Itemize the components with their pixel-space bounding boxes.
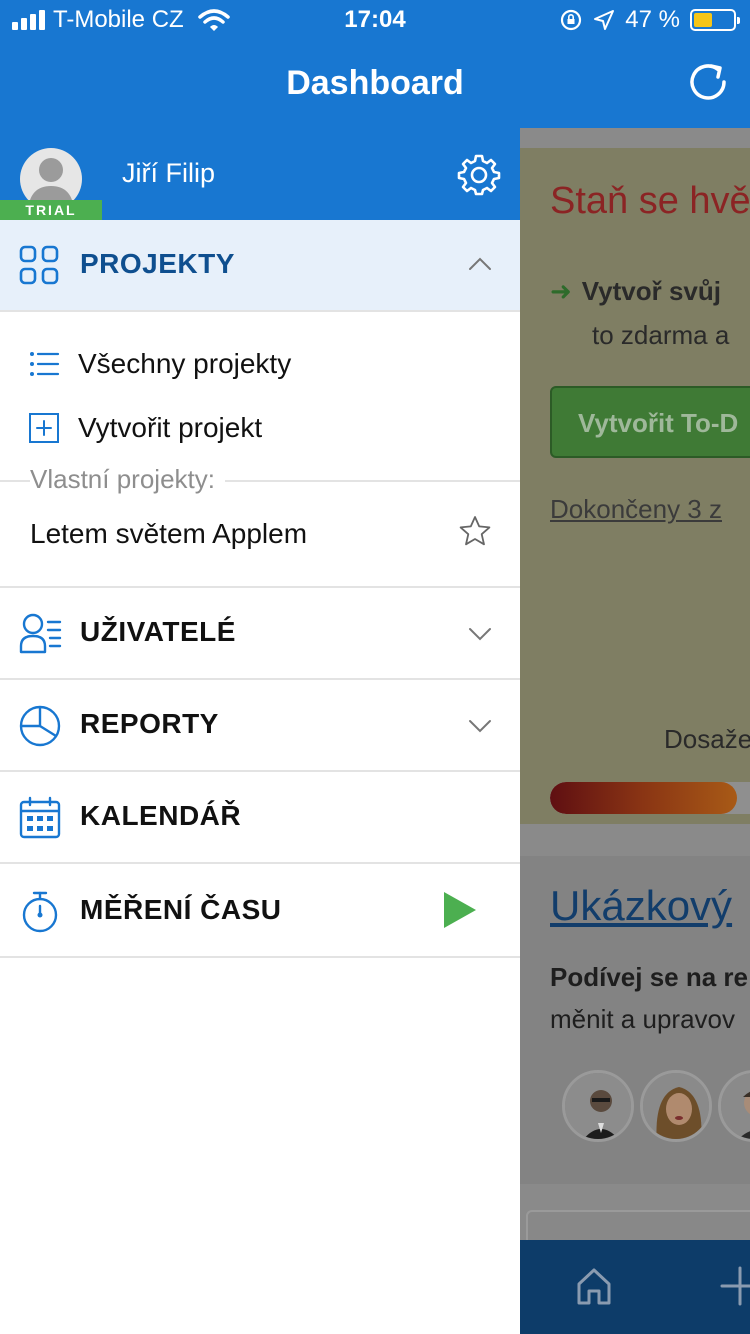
member-avatar (718, 1070, 750, 1142)
rotation-lock-icon (561, 9, 582, 31)
users-icon (19, 613, 62, 654)
divider (0, 956, 520, 958)
menu-item-label: Všechny projekty (78, 348, 292, 379)
promo-card: Staň se hvě ➜ Vytvoř svůj to zdarma a Vyt… (520, 148, 750, 824)
sample-text: měnit a upravov (550, 1004, 735, 1034)
chevron-up-icon[interactable] (466, 250, 494, 278)
project-name: Letem světem Applem (30, 518, 308, 549)
trial-badge: TRIAL (0, 200, 102, 220)
create-todo-button[interactable]: Vytvořit To-D (550, 386, 750, 458)
section-users[interactable]: UŽIVATELÉ (0, 588, 520, 678)
list-icon (30, 352, 60, 376)
arrow-right-icon: ➜ (550, 276, 572, 306)
battery-icon (690, 9, 740, 31)
chevron-down-icon[interactable] (466, 712, 494, 740)
section-label: UŽIVATELÉ (80, 616, 236, 647)
tab-bar (520, 1240, 750, 1334)
menu-item-create-project[interactable]: Vytvořit projekt (0, 396, 520, 456)
nav-bar: Dashboard (0, 40, 750, 128)
section-calendar[interactable]: KALENDÁŘ (0, 772, 520, 862)
progress-bar (550, 782, 750, 814)
sample-project-link[interactable]: Ukázkový (550, 882, 732, 930)
battery-percent: 47 % (625, 6, 680, 33)
progress-label: Dosaže (664, 724, 750, 754)
profile-header[interactable]: TRIAL Jiří Filip (0, 128, 520, 220)
battery-level (694, 13, 712, 27)
play-icon[interactable] (442, 890, 478, 930)
gear-icon[interactable] (456, 152, 502, 198)
section-label: PROJEKTY (80, 248, 235, 279)
completed-link[interactable]: Dokončeny 3 z (550, 494, 722, 525)
home-icon[interactable] (576, 1266, 612, 1306)
refresh-icon[interactable] (684, 58, 732, 106)
section-label: MĚŘENÍ ČASU (80, 894, 282, 925)
divider (0, 310, 520, 312)
menu-item-label: Vytvořit projekt (78, 412, 263, 443)
grid-icon (19, 245, 59, 285)
chevron-down-icon[interactable] (466, 620, 494, 648)
status-bar: T-Mobile CZ 17:04 47 % (0, 0, 750, 40)
section-reports[interactable]: REPORTY (0, 680, 520, 770)
promo-line: ➜ Vytvoř svůj (550, 276, 721, 307)
progress-fill (550, 782, 738, 814)
dashboard-content-dimmed[interactable]: Staň se hvě ➜ Vytvoř svůj to zdarma a Vyt… (520, 128, 750, 1334)
page-title: Dashboard (286, 64, 464, 102)
add-icon[interactable] (720, 1266, 750, 1306)
star-icon[interactable] (458, 514, 492, 548)
location-arrow-icon (594, 10, 615, 30)
calendar-icon (19, 796, 61, 839)
menu-item-all-projects[interactable]: Všechny projekty (0, 332, 520, 392)
own-projects-label: Vlastní projekty: (30, 464, 225, 495)
stopwatch-icon (22, 891, 58, 933)
pie-chart-icon (19, 705, 61, 747)
member-avatar (562, 1070, 634, 1142)
promo-title: Staň se hvě (550, 180, 750, 222)
sample-bold-text: Podívej se na re (550, 962, 748, 992)
member-avatar (640, 1070, 712, 1142)
section-label: KALENDÁŘ (80, 800, 242, 831)
plus-box-icon (29, 413, 59, 443)
promo-subline: to zdarma a (592, 320, 730, 350)
section-label: REPORTY (80, 708, 219, 739)
sample-project-card: Ukázkový Podívej se na re měnit a upravo… (520, 856, 750, 1184)
section-projekty[interactable]: PROJEKTY (0, 220, 520, 312)
side-drawer: TRIAL Jiří Filip PROJEKTY Všechny projek… (0, 128, 520, 1334)
promo-line-text: Vytvoř svůj (581, 276, 722, 306)
section-time-tracking[interactable]: MĚŘENÍ ČASU (0, 864, 520, 954)
user-name[interactable]: Jiří Filip (122, 158, 215, 189)
project-item[interactable]: Letem světem Applem (0, 504, 520, 564)
